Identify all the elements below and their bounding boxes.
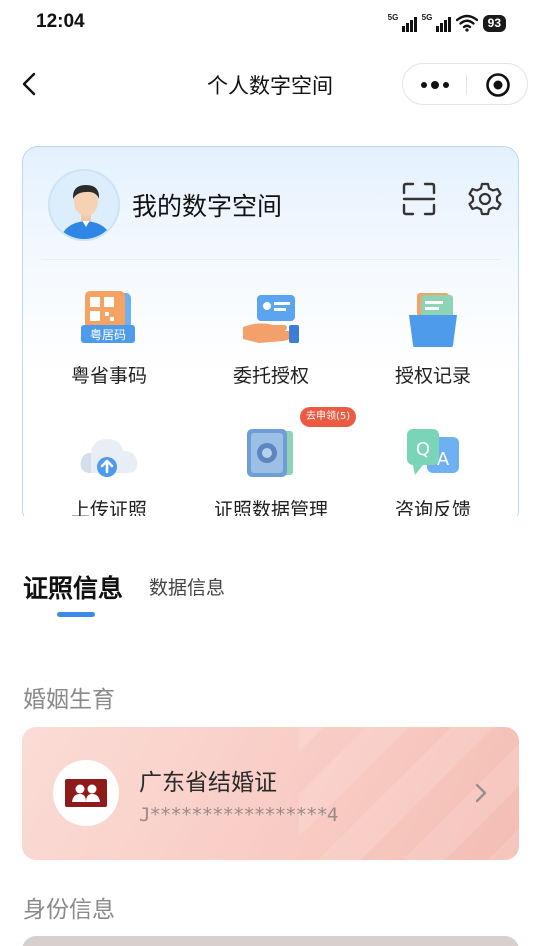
svg-text:Q: Q: [416, 439, 430, 460]
certificate-number: J*****************4: [139, 804, 338, 826]
qa-chat-icon: A Q: [407, 429, 459, 475]
marriage-certificate-card[interactable]: 广东省结婚证 J*****************4: [22, 727, 519, 860]
status-icons: 5G 5G 93: [388, 12, 506, 32]
signal-tag: 5G: [421, 13, 433, 22]
capsule-divider: [466, 75, 467, 95]
grid-item-upload-certificate[interactable]: 上传证照: [28, 423, 190, 525]
status-bar: 12:04 5G 5G 93: [0, 0, 540, 46]
section-title-identity: 身份信息: [23, 897, 115, 923]
cloud-upload-icon: [80, 439, 138, 477]
folder-doc-icon: [409, 293, 457, 347]
grid-item-label: 粤省事码: [70, 365, 147, 387]
chevron-right-icon: [475, 783, 487, 803]
wifi-icon: [455, 14, 478, 32]
section-title-marriage: 婚姻生育: [23, 687, 115, 713]
svg-text:粤居码: 粤居码: [90, 327, 126, 342]
card-bottom-fade: [0, 516, 540, 540]
certificate-name: 广东省结婚证: [139, 770, 277, 796]
user-avatar-icon: [50, 171, 118, 239]
active-tab-indicator: [57, 612, 95, 617]
gear-icon[interactable]: [467, 181, 503, 217]
grid-item-authorization-record[interactable]: 授权记录: [352, 289, 514, 399]
grid-item-delegate-authorization[interactable]: 委托授权: [190, 289, 352, 399]
mini-program-capsule: [402, 63, 528, 105]
marriage-certificate-icon: [65, 779, 107, 807]
certificate-icon-wrap: [53, 760, 119, 826]
close-target-icon[interactable]: [485, 72, 511, 98]
signal-tag: 5G: [387, 13, 399, 22]
grid-item-label: 授权记录: [394, 365, 471, 387]
grid-item-label: 委托授权: [232, 365, 309, 387]
tab-data-info[interactable]: 数据信息: [149, 573, 225, 600]
nav-bar: 个人数字空间: [0, 56, 540, 112]
grid-item-consult-feedback[interactable]: A Q 咨询反馈: [352, 423, 514, 525]
grid-item-yueshengshi-code[interactable]: 粤居码 粤省事码: [28, 289, 190, 399]
card-title: 我的数字空间: [132, 192, 283, 221]
identity-card-partial[interactable]: [22, 936, 519, 946]
status-time: 12:04: [36, 11, 85, 32]
card-divider: [41, 259, 500, 260]
more-icon[interactable]: [419, 76, 451, 94]
apply-badge[interactable]: 去申领(5): [300, 407, 357, 427]
safe-icon: [247, 429, 293, 477]
signal-icon: 5G: [421, 13, 451, 32]
grid-item-certificate-data-management[interactable]: 证照数据管理: [190, 423, 352, 525]
hand-card-icon: [243, 295, 299, 343]
qr-code-icon: 粤居码: [81, 291, 135, 343]
signal-icon: 5G: [387, 13, 417, 32]
avatar[interactable]: [48, 169, 120, 241]
scan-icon[interactable]: [401, 181, 437, 217]
tab-certificate-info[interactable]: 证照信息: [23, 569, 123, 605]
digital-space-card: 我的数字空间 粤居码 粤省事码 委托授权 授权记录 上传证照 证照数据管理 A …: [22, 146, 519, 526]
battery-indicator: 93: [482, 15, 506, 32]
